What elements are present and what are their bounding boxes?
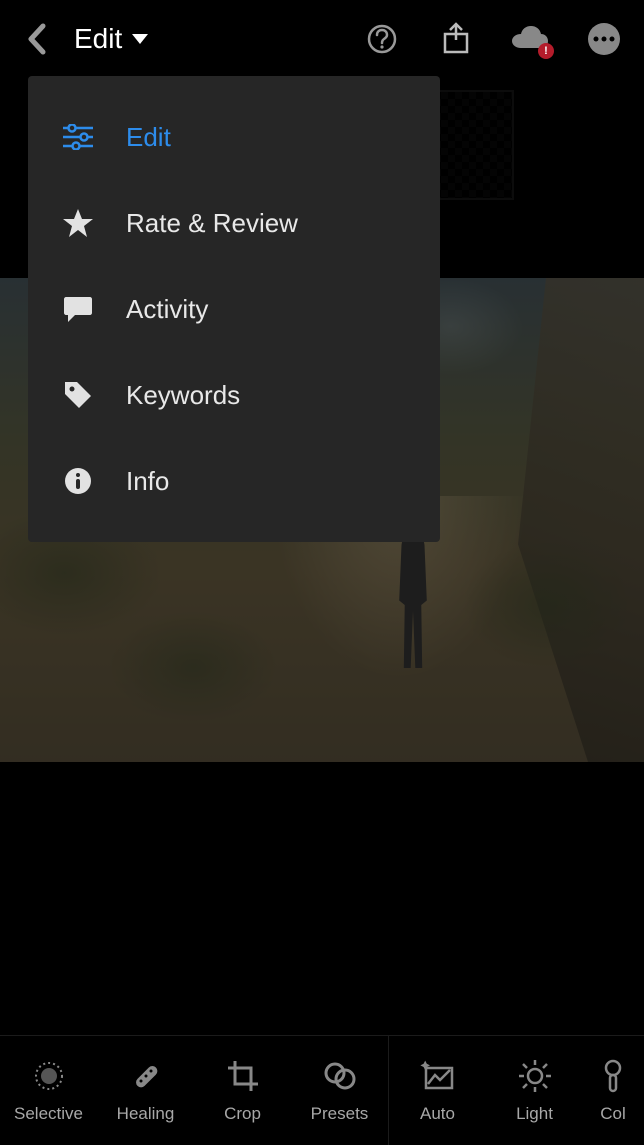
mode-menu: Edit Rate & Review Activity Keywords Inf… bbox=[28, 76, 440, 542]
chevron-down-icon bbox=[132, 34, 148, 44]
mode-label: Edit bbox=[74, 23, 122, 55]
help-button[interactable] bbox=[360, 17, 404, 61]
share-button[interactable] bbox=[434, 17, 478, 61]
tool-light[interactable]: Light bbox=[486, 1036, 583, 1145]
tool-auto[interactable]: Auto bbox=[389, 1036, 486, 1145]
tag-icon bbox=[62, 379, 94, 411]
help-icon bbox=[366, 23, 398, 55]
menu-item-keywords[interactable]: Keywords bbox=[28, 352, 440, 438]
menu-item-edit[interactable]: Edit bbox=[28, 94, 440, 180]
menu-item-activity[interactable]: Activity bbox=[28, 266, 440, 352]
chat-icon bbox=[62, 293, 94, 325]
cloud-sync-button[interactable]: ! bbox=[508, 17, 552, 61]
menu-item-rate-review[interactable]: Rate & Review bbox=[28, 180, 440, 266]
tool-label: Light bbox=[516, 1104, 553, 1124]
tool-presets[interactable]: Presets bbox=[291, 1036, 388, 1145]
menu-item-label: Keywords bbox=[126, 380, 240, 411]
menu-item-label: Rate & Review bbox=[126, 208, 298, 239]
tool-label: Presets bbox=[311, 1104, 369, 1124]
more-icon bbox=[587, 22, 621, 56]
mode-dropdown[interactable]: Edit bbox=[74, 23, 148, 55]
tool-selective[interactable]: Selective bbox=[0, 1036, 97, 1145]
bottom-toolbar: Selective Healing Crop Presets Auto Ligh… bbox=[0, 1035, 644, 1145]
menu-item-info[interactable]: Info bbox=[28, 438, 440, 524]
menu-item-label: Edit bbox=[126, 122, 171, 153]
tool-label: Col bbox=[600, 1104, 626, 1124]
chevron-left-icon bbox=[27, 23, 47, 55]
menu-item-label: Info bbox=[126, 466, 169, 497]
menu-item-label: Activity bbox=[126, 294, 208, 325]
alert-badge-icon: ! bbox=[538, 43, 554, 59]
auto-icon bbox=[420, 1058, 456, 1094]
tool-crop[interactable]: Crop bbox=[194, 1036, 291, 1145]
sliders-icon bbox=[62, 121, 94, 153]
presets-icon bbox=[322, 1058, 358, 1094]
top-bar: Edit ! bbox=[0, 0, 644, 78]
tool-label: Healing bbox=[117, 1104, 175, 1124]
light-icon bbox=[517, 1058, 553, 1094]
tool-label: Auto bbox=[420, 1104, 455, 1124]
more-button[interactable] bbox=[582, 17, 626, 61]
info-icon bbox=[62, 465, 94, 497]
healing-icon bbox=[128, 1058, 164, 1094]
crop-icon bbox=[225, 1058, 261, 1094]
tool-color[interactable]: Col bbox=[583, 1036, 643, 1145]
color-icon bbox=[595, 1058, 631, 1094]
back-button[interactable] bbox=[18, 20, 56, 58]
share-icon bbox=[441, 22, 471, 56]
tool-label: Selective bbox=[14, 1104, 83, 1124]
selective-icon bbox=[31, 1058, 67, 1094]
tool-label: Crop bbox=[224, 1104, 261, 1124]
tool-healing[interactable]: Healing bbox=[97, 1036, 194, 1145]
star-icon bbox=[62, 207, 94, 239]
